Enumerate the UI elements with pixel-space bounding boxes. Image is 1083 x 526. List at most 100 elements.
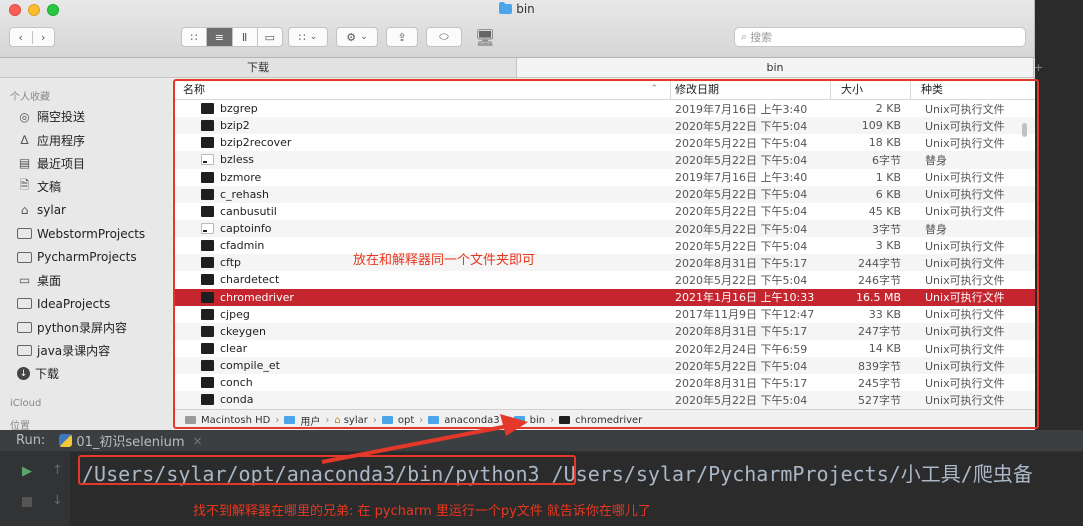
chevron-left-icon[interactable]: ‹ [10,30,33,44]
table-row[interactable]: conch 2020年8月31日 下午5:17 245字节 Unix可执行文件 [175,374,1035,391]
tab-downloads[interactable]: 下载 [0,58,517,77]
tags-button[interactable]: ⬭ [426,27,462,47]
path-item[interactable]: chromedriver [575,415,642,426]
file-name-cell: bzgrep [175,102,671,115]
file-kind-cell: Unix可执行文件 [925,342,1005,356]
arrow-up-icon[interactable]: ↑ [52,463,63,478]
folder-icon [17,228,32,240]
new-tab-button[interactable]: + [1034,58,1043,77]
file-size-cell: 247字节 [858,325,901,339]
file-date-cell: 2019年7月16日 上午3:40 [675,171,808,185]
file-size-cell: 14 KB [868,342,901,356]
run-panel: Run: 01_初识selenium × ▶ ↑ ↓ /Users/sylar/… [0,430,1083,526]
column-header-size[interactable]: 大小 [831,79,911,99]
file-size-cell: 3字节 [872,222,901,236]
path-item[interactable]: sylar [344,415,368,426]
airdrop-icon: ◎ [19,109,30,124]
file-name-cell: canbusutil [175,205,671,218]
table-row[interactable]: bzip2recover 2020年5月22日 下午5:04 18 KB Unix可执… [175,134,1035,151]
file-date-cell: 2020年2月24日 下午6:59 [675,342,808,356]
file-name-cell: chardetect [175,273,671,286]
chevron-right-icon[interactable]: › [33,31,55,44]
table-row[interactable]: compile_et 2020年5月22日 下午5:04 839字节 Unix可执行文… [175,357,1035,375]
table-row[interactable]: conda 2020年5月22日 下午5:04 527字节 Unix可执行文件 [175,391,1035,409]
run-gutter: ▶ ↑ ↓ [0,452,70,526]
table-row[interactable]: bzmore 2019年7月16日 上午3:40 1 KB Unix可执行文件 [175,169,1035,186]
sidebar-item-webstormprojects[interactable]: WebstormProjects [0,222,172,245]
sidebar-item-ideaprojects[interactable]: IdeaProjects [0,292,172,315]
sidebar-item-airdrop[interactable]: ◎ 隔空投送 [0,105,172,128]
table-row[interactable]: ckeygen 2020年8月31日 下午5:17 247字节 Unix可执行文件 [175,322,1035,340]
file-date-cell: 2017年11月9日 下午12:47 [675,308,815,322]
path-item[interactable]: opt [398,415,414,426]
table-row[interactable]: cftp 2020年8月31日 下午5:17 244字节 Unix可执行文件 [175,254,1035,272]
executable-icon [201,205,214,217]
table-row[interactable]: c_rehash 2020年5月22日 下午5:04 6 KB Unix可执行文件 [175,185,1035,203]
table-row[interactable]: bzless 2020年5月22日 下午5:04 6字节 替身 [175,151,1035,169]
sidebar-item-pycharmprojects[interactable]: PycharmProjects [0,245,172,268]
path-item[interactable]: anaconda3 [444,415,499,426]
vertical-scrollbar[interactable] [1022,123,1027,137]
path-item[interactable]: 用户 [300,413,320,428]
run-tab[interactable]: 01_初识selenium × [59,431,203,450]
sidebar-item-python-recordings[interactable]: python录屏内容 [0,316,172,339]
close-icon[interactable]: × [193,434,203,448]
file-kind-cell: Unix可执行文件 [925,376,1005,390]
table-row[interactable]: bzip2 2020年5月22日 下午5:04 109 KB Unix可执行文件 [175,117,1035,135]
sidebar-item-home[interactable]: ⌂ sylar [0,199,172,222]
group-by-button[interactable]: ∷ ⌄ [288,27,328,47]
file-rows: bzgrep 2019年7月16日 上午3:40 2 KB Unix可执行文件 bzip… [175,100,1035,409]
applications-icon: ∆ [20,133,29,148]
terminal-app-button[interactable]: 🖥 [468,27,502,47]
table-row[interactable]: cjpeg 2017年11月9日 下午12:47 33 KB Unix可执行文件 [175,306,1035,323]
column-header-name[interactable]: 名称 ⌃ [175,79,671,99]
column-header-date[interactable]: 修改日期 [671,79,831,99]
sidebar-item-desktop[interactable]: ▭ 桌面 [0,269,172,292]
file-date-cell: 2019年7月16日 上午3:40 [675,102,808,116]
sidebar-item-downloads[interactable]: ↓ 下载 [0,362,172,385]
sidebar-item-documents[interactable]: 🗎 文稿 [0,175,172,198]
executable-icon [201,308,214,320]
arrow-down-icon[interactable]: ↓ [52,493,63,508]
table-row-selected[interactable]: chromedriver 2021年1月16日 上午10:33 16.5 MB Uni… [175,288,1035,306]
file-date-cell: 2020年5月22日 下午5:04 [675,359,808,373]
table-row[interactable]: captoinfo 2020年5月22日 下午5:04 3字节 替身 [175,219,1035,238]
table-row[interactable]: clear 2020年2月24日 下午6:59 14 KB Unix可执行文件 [175,340,1035,357]
file-kind-cell: Unix可执行文件 [925,393,1005,407]
stop-icon[interactable] [22,497,32,507]
chevron-down-icon: ⌄ [309,32,318,42]
run-label: Run: [16,433,46,448]
sidebar-item-recents[interactable]: ▤ 最近项目 [0,152,172,175]
sidebar-item-java-recordings[interactable]: java录课内容 [0,339,172,362]
search-input[interactable]: ⌕ 搜索 [734,27,1026,47]
table-row[interactable]: cfadmin 2020年5月22日 下午5:04 3 KB Unix可执行文件 [175,237,1035,254]
python-icon [59,434,73,447]
path-item[interactable]: bin [530,415,545,426]
gallery-view-icon[interactable]: ▭ [258,28,282,46]
file-date-cell: 2020年5月22日 下午5:04 [675,153,808,167]
table-row[interactable]: canbusutil 2020年5月22日 下午5:04 45 KB Unix可执行文… [175,203,1035,220]
file-date-cell: 2020年5月22日 下午5:04 [675,239,808,253]
executable-icon [201,137,214,149]
share-icon: ⇪ [397,30,407,44]
executable-icon [201,188,214,200]
folder-icon [17,345,32,357]
folder-icon [428,416,440,424]
list-view-icon[interactable]: ≡ [207,28,233,46]
column-view-icon[interactable]: Ⅱ [233,28,258,46]
table-row[interactable]: bzgrep 2019年7月16日 上午3:40 2 KB Unix可执行文件 [175,100,1035,117]
action-button[interactable]: ⚙ ⌄ [336,27,378,47]
path-item[interactable]: Macintosh HD [201,415,270,426]
file-date-cell: 2020年5月22日 下午5:04 [675,136,808,150]
rerun-icon[interactable]: ▶ [22,464,32,479]
file-kind-cell: 替身 [925,222,947,236]
column-header-kind[interactable]: 种类 [911,79,1015,99]
icon-view-icon[interactable]: ∷ [182,28,208,46]
sidebar-item-applications[interactable]: ∆ 应用程序 [0,128,172,151]
share-button[interactable]: ⇪ [386,27,418,47]
table-row[interactable]: chardetect 2020年5月22日 下午5:04 246字节 Unix可执行文… [175,271,1035,288]
tab-bin[interactable]: bin [517,58,1034,77]
file-size-cell: 1 KB [875,170,901,184]
file-date-cell: 2021年1月16日 上午10:33 [675,291,815,305]
file-date-cell: 2020年5月22日 下午5:04 [675,205,808,219]
